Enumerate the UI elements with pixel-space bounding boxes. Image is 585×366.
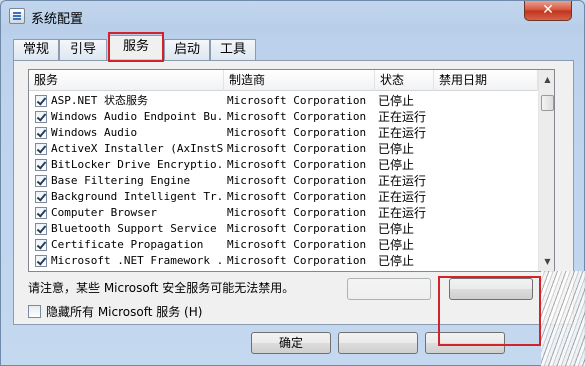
highlight-annotation-box [438, 276, 541, 346]
services-list[interactable]: 服务 制造商 状态 禁用日期 ASP.NET 状态服务 Microsoft Cor… [28, 69, 555, 272]
scroll-down-arrow-icon[interactable]: ▼ [541, 254, 554, 269]
service-maker: Microsoft Corporation [227, 110, 367, 123]
service-name: Windows Audio [51, 126, 138, 139]
hide-ms-services-label: 隐藏所有 Microsoft 服务 (H) [46, 305, 203, 319]
service-disabled-date [437, 109, 537, 125]
service-status: 正在运行 [378, 126, 427, 140]
table-row[interactable]: Background Intelligent Tr... Microsoft Co… [29, 189, 538, 205]
window-title: 系统配置 [31, 12, 84, 27]
service-name: Windows Audio Endpoint Bu... [51, 110, 223, 123]
table-row[interactable]: Windows Audio Endpoint Bu... Microsoft Co… [29, 109, 538, 125]
service-name: Background Intelligent Tr... [51, 190, 223, 203]
column-header-disabled-date[interactable]: 禁用日期 [434, 70, 538, 91]
service-name: BitLocker Drive Encryptio... [51, 158, 223, 171]
service-status: 已停止 [378, 158, 415, 172]
service-disabled-date [437, 173, 537, 189]
service-checkbox[interactable] [35, 111, 47, 123]
hide-ms-services-checkbox[interactable] [28, 305, 41, 318]
table-row[interactable]: ActiveX Installer (AxInstSV) Microsoft Co… [29, 141, 538, 157]
table-row[interactable]: Base Filtering Engine Microsoft Corporati… [29, 173, 538, 189]
service-maker: Microsoft Corporation [227, 174, 367, 187]
service-disabled-date [437, 93, 537, 109]
service-maker: Microsoft Corporation [227, 222, 367, 235]
service-maker: Microsoft Corporation [227, 158, 367, 171]
table-row[interactable]: ASP.NET 状态服务 Microsoft Corporation 已停止 [29, 93, 538, 109]
service-checkbox[interactable] [35, 143, 47, 155]
service-name: ASP.NET 状态服务 [51, 94, 148, 107]
service-maker: Microsoft Corporation [227, 254, 367, 267]
service-checkbox[interactable] [35, 239, 47, 251]
table-row[interactable]: Computer Browser Microsoft Corporation 正在运… [29, 205, 538, 221]
table-row[interactable]: BitLocker Drive Encryptio... Microsoft Co… [29, 157, 538, 173]
service-name: Computer Browser [51, 206, 157, 219]
service-disabled-date [437, 237, 537, 253]
service-maker: Microsoft Corporation [227, 142, 367, 155]
service-disabled-date [437, 141, 537, 157]
security-note: 请注意，某些 Microsoft 安全服务可能无法禁用。 [28, 281, 295, 295]
service-checkbox[interactable] [35, 95, 47, 107]
table-row[interactable]: Microsoft .NET Framework ... Microsoft Co… [29, 253, 538, 269]
service-name: Microsoft .NET Framework ... [51, 254, 223, 267]
system-config-icon [9, 8, 25, 24]
scroll-thumb[interactable] [541, 95, 554, 111]
service-status: 已停止 [378, 254, 415, 268]
service-name: ActiveX Installer (AxInstSV) [51, 142, 223, 155]
service-checkbox[interactable] [35, 159, 47, 171]
service-maker: Microsoft Corporation [227, 94, 367, 107]
service-status: 已停止 [378, 222, 415, 236]
tab-highlight-annotation [108, 32, 164, 62]
service-disabled-date [437, 221, 537, 237]
table-row[interactable]: Windows Audio Microsoft Corporation 正在运行 [29, 125, 538, 141]
title-bar[interactable]: 系统配置 ✕ [1, 1, 584, 31]
column-header-name[interactable]: 服务 [29, 70, 224, 91]
service-name: Bluetooth Support Service [51, 222, 217, 235]
tab-tools[interactable]: 工具 [210, 39, 256, 60]
service-status: 正在运行 [378, 190, 427, 204]
watermark [541, 271, 585, 366]
table-row[interactable]: Certificate Propagation Microsoft Corpora… [29, 237, 538, 253]
service-checkbox[interactable] [35, 207, 47, 219]
enable-all-button[interactable] [347, 278, 431, 300]
service-status: 已停止 [378, 142, 415, 156]
service-checkbox[interactable] [35, 191, 47, 203]
service-checkbox[interactable] [35, 255, 47, 267]
service-disabled-date [437, 157, 537, 173]
close-button[interactable]: ✕ [524, 1, 572, 21]
service-disabled-date [437, 205, 537, 221]
service-status: 正在运行 [378, 110, 427, 124]
system-config-window: 系统配置 ✕ 常规 引导 服务 启动 工具 服务 制造商 状态 禁用日期 ASP… [0, 0, 585, 366]
table-row[interactable]: Bluetooth Support Service Microsoft Corpo… [29, 221, 538, 237]
tab-boot[interactable]: 引导 [59, 39, 107, 60]
cancel-button[interactable] [338, 332, 418, 354]
service-disabled-date [437, 189, 537, 205]
service-maker: Microsoft Corporation [227, 238, 367, 251]
service-name: Base Filtering Engine [51, 174, 191, 187]
service-status: 正在运行 [378, 206, 427, 220]
list-header: 服务 制造商 状态 禁用日期 [29, 70, 538, 91]
ok-button[interactable]: 确定 [251, 332, 331, 354]
vertical-scrollbar[interactable]: ▲ ▼ [538, 70, 554, 271]
service-name: Certificate Propagation [51, 238, 204, 251]
service-maker: Microsoft Corporation [227, 126, 367, 139]
service-checkbox[interactable] [35, 175, 47, 187]
service-disabled-date [437, 253, 537, 269]
service-checkbox[interactable] [35, 127, 47, 139]
tab-startup[interactable]: 启动 [164, 39, 210, 60]
service-checkbox[interactable] [35, 223, 47, 235]
service-status: 正在运行 [378, 174, 427, 188]
column-header-maker[interactable]: 制造商 [224, 70, 375, 91]
service-status: 已停止 [378, 94, 415, 108]
service-maker: Microsoft Corporation [227, 206, 367, 219]
tab-general[interactable]: 常规 [13, 39, 59, 60]
service-disabled-date [437, 125, 537, 141]
scroll-up-arrow-icon[interactable]: ▲ [541, 72, 554, 87]
service-status: 已停止 [378, 238, 415, 252]
column-header-status[interactable]: 状态 [375, 70, 434, 91]
service-maker: Microsoft Corporation [227, 190, 367, 203]
